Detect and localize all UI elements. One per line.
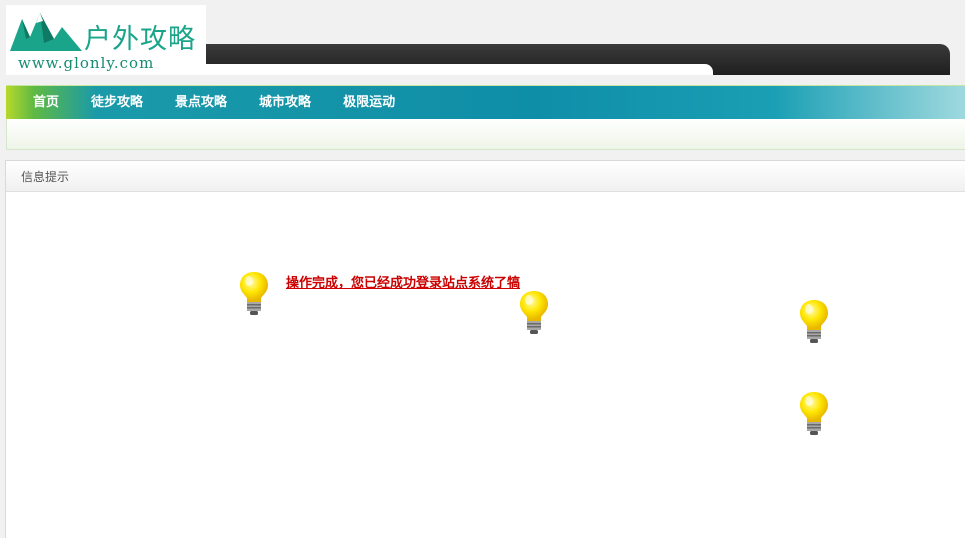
nav-item-home[interactable]: 首页 (33, 86, 59, 120)
main-nav: 首页 徒步攻略 景点攻略 城市攻略 极限运动 (6, 85, 965, 120)
logo-domain-text: www.glonly.com (18, 54, 155, 72)
lightbulb-icon (800, 392, 828, 435)
lightbulb-icon (800, 300, 828, 343)
panel-title: 信息提示 (6, 161, 965, 192)
lightbulb-icon (240, 272, 268, 315)
logo-brand-text: 户外攻略 (84, 24, 196, 55)
lightbulb-icon (520, 291, 548, 334)
site-logo[interactable]: 户外攻略 www.glonly.com (6, 5, 206, 75)
info-panel: 信息提示 (5, 160, 965, 538)
header-white-strip (206, 64, 713, 75)
nav-item-extreme-sports[interactable]: 极限运动 (343, 86, 395, 120)
nav-item-attractions[interactable]: 景点攻略 (175, 86, 227, 120)
nav-item-hiking[interactable]: 徒步攻略 (91, 86, 143, 120)
mountain-logo-icon (10, 13, 82, 51)
sub-nav-bar (6, 119, 965, 150)
nav-item-city[interactable]: 城市攻略 (259, 86, 311, 120)
success-message-link[interactable]: 操作完成，您已经成功登录站点系统了犒 (286, 272, 520, 291)
